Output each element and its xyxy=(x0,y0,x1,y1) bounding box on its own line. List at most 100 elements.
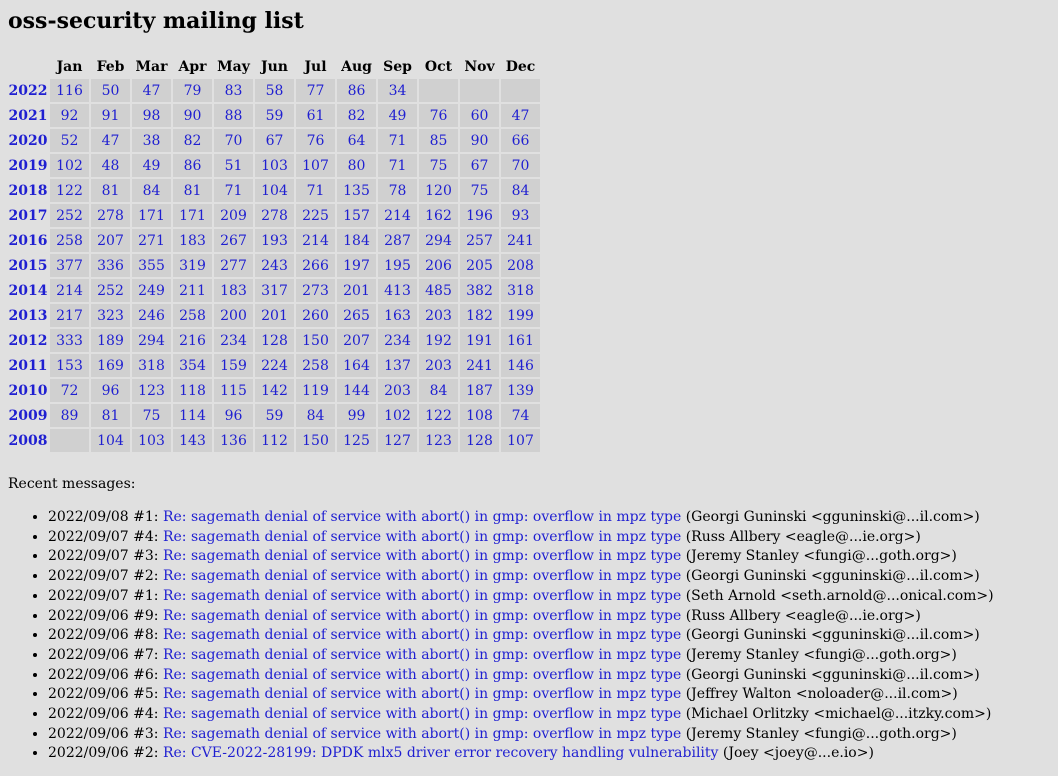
month-count-link[interactable]: 203 xyxy=(425,358,452,374)
month-count-link[interactable]: 70 xyxy=(225,133,243,149)
month-count-link[interactable]: 86 xyxy=(184,158,202,174)
month-count-link[interactable]: 81 xyxy=(184,183,202,199)
month-count-link[interactable]: 112 xyxy=(261,433,288,449)
month-count-link[interactable]: 267 xyxy=(220,233,247,249)
month-count-link[interactable]: 257 xyxy=(466,233,493,249)
month-count-link[interactable]: 71 xyxy=(225,183,243,199)
year-link-2013[interactable]: 2013 xyxy=(9,308,48,324)
month-count-link[interactable]: 139 xyxy=(507,383,534,399)
month-count-link[interactable]: 205 xyxy=(466,258,493,274)
month-count-link[interactable]: 144 xyxy=(343,383,370,399)
month-count-link[interactable]: 78 xyxy=(389,183,407,199)
month-count-link[interactable]: 323 xyxy=(97,308,124,324)
month-count-link[interactable]: 59 xyxy=(266,408,284,424)
month-count-link[interactable]: 214 xyxy=(384,208,411,224)
month-count-link[interactable]: 66 xyxy=(512,133,530,149)
year-link-2014[interactable]: 2014 xyxy=(9,283,48,299)
month-count-link[interactable]: 157 xyxy=(343,208,370,224)
month-count-link[interactable]: 114 xyxy=(179,408,206,424)
month-count-link[interactable]: 70 xyxy=(512,158,530,174)
month-count-link[interactable]: 294 xyxy=(138,333,165,349)
month-count-link[interactable]: 159 xyxy=(220,358,247,374)
month-count-link[interactable]: 96 xyxy=(225,408,243,424)
month-count-link[interactable]: 74 xyxy=(512,408,530,424)
month-count-link[interactable]: 103 xyxy=(261,158,288,174)
month-count-link[interactable]: 207 xyxy=(343,333,370,349)
month-count-link[interactable]: 85 xyxy=(430,133,448,149)
month-count-link[interactable]: 153 xyxy=(56,358,83,374)
month-count-link[interactable]: 252 xyxy=(56,208,83,224)
month-count-link[interactable]: 102 xyxy=(384,408,411,424)
month-count-link[interactable]: 96 xyxy=(102,383,120,399)
month-count-link[interactable]: 189 xyxy=(97,333,124,349)
month-count-link[interactable]: 377 xyxy=(56,258,83,274)
month-count-link[interactable]: 258 xyxy=(56,233,83,249)
year-link-2015[interactable]: 2015 xyxy=(9,258,48,274)
month-count-link[interactable]: 49 xyxy=(389,108,407,124)
month-count-link[interactable]: 164 xyxy=(343,358,370,374)
month-count-link[interactable]: 125 xyxy=(343,433,370,449)
month-count-link[interactable]: 197 xyxy=(343,258,370,274)
month-count-link[interactable]: 67 xyxy=(266,133,284,149)
month-count-link[interactable]: 81 xyxy=(102,183,120,199)
month-count-link[interactable]: 182 xyxy=(466,308,493,324)
month-count-link[interactable]: 84 xyxy=(430,383,448,399)
month-count-link[interactable]: 108 xyxy=(466,408,493,424)
month-count-link[interactable]: 214 xyxy=(302,233,329,249)
month-count-link[interactable]: 187 xyxy=(466,383,493,399)
month-count-link[interactable]: 258 xyxy=(179,308,206,324)
month-count-link[interactable]: 258 xyxy=(302,358,329,374)
month-count-link[interactable]: 60 xyxy=(471,108,489,124)
month-count-link[interactable]: 122 xyxy=(425,408,452,424)
month-count-link[interactable]: 58 xyxy=(266,83,284,99)
month-count-link[interactable]: 127 xyxy=(384,433,411,449)
month-count-link[interactable]: 47 xyxy=(512,108,530,124)
month-count-link[interactable]: 150 xyxy=(302,333,329,349)
month-count-link[interactable]: 143 xyxy=(179,433,206,449)
month-count-link[interactable]: 71 xyxy=(389,158,407,174)
year-link-2008[interactable]: 2008 xyxy=(9,433,48,449)
month-count-link[interactable]: 217 xyxy=(56,308,83,324)
month-count-link[interactable]: 195 xyxy=(384,258,411,274)
month-count-link[interactable]: 91 xyxy=(102,108,120,124)
month-count-link[interactable]: 93 xyxy=(512,208,530,224)
month-count-link[interactable]: 67 xyxy=(471,158,489,174)
message-subject-link[interactable]: Re: sagemath denial of service with abor… xyxy=(163,686,681,702)
month-count-link[interactable]: 107 xyxy=(302,158,329,174)
month-count-link[interactable]: 84 xyxy=(512,183,530,199)
message-subject-link[interactable]: Re: sagemath denial of service with abor… xyxy=(163,627,681,643)
year-link-2019[interactable]: 2019 xyxy=(9,158,48,174)
month-count-link[interactable]: 80 xyxy=(348,158,366,174)
month-count-link[interactable]: 234 xyxy=(384,333,411,349)
message-subject-link[interactable]: Re: sagemath denial of service with abor… xyxy=(163,706,681,722)
month-count-link[interactable]: 162 xyxy=(425,208,452,224)
month-count-link[interactable]: 211 xyxy=(179,283,206,299)
month-count-link[interactable]: 59 xyxy=(266,108,284,124)
month-count-link[interactable]: 120 xyxy=(425,183,452,199)
month-count-link[interactable]: 161 xyxy=(507,333,534,349)
month-count-link[interactable]: 104 xyxy=(97,433,124,449)
month-count-link[interactable]: 122 xyxy=(56,183,83,199)
month-count-link[interactable]: 199 xyxy=(507,308,534,324)
month-count-link[interactable]: 142 xyxy=(261,383,288,399)
month-count-link[interactable]: 413 xyxy=(384,283,411,299)
month-count-link[interactable]: 224 xyxy=(261,358,288,374)
month-count-link[interactable]: 34 xyxy=(389,83,407,99)
year-link-2009[interactable]: 2009 xyxy=(9,408,48,424)
month-count-link[interactable]: 75 xyxy=(430,158,448,174)
message-subject-link[interactable]: Re: sagemath denial of service with abor… xyxy=(163,568,681,584)
month-count-link[interactable]: 382 xyxy=(466,283,493,299)
month-count-link[interactable]: 102 xyxy=(56,158,83,174)
month-count-link[interactable]: 271 xyxy=(138,233,165,249)
month-count-link[interactable]: 207 xyxy=(97,233,124,249)
month-count-link[interactable]: 201 xyxy=(261,308,288,324)
message-subject-link[interactable]: Re: sagemath denial of service with abor… xyxy=(163,529,681,545)
month-count-link[interactable]: 234 xyxy=(220,333,247,349)
month-count-link[interactable]: 123 xyxy=(138,383,165,399)
month-count-link[interactable]: 193 xyxy=(261,233,288,249)
month-count-link[interactable]: 287 xyxy=(384,233,411,249)
year-link-2012[interactable]: 2012 xyxy=(9,333,48,349)
month-count-link[interactable]: 163 xyxy=(384,308,411,324)
month-count-link[interactable]: 79 xyxy=(184,83,202,99)
month-count-link[interactable]: 51 xyxy=(225,158,243,174)
